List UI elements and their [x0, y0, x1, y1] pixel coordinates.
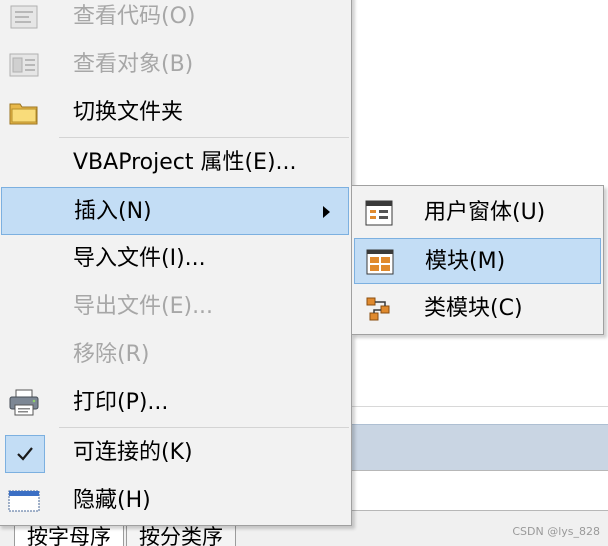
submenu-item-label: 用户窗体(U): [424, 200, 546, 225]
menu-separator: [59, 137, 349, 138]
menu-item-label: 隐藏(H): [73, 488, 151, 513]
code-view-icon: [7, 2, 41, 32]
hide-window-icon: [7, 486, 41, 516]
menu-item-hide[interactable]: 隐藏(H): [1, 477, 349, 525]
module-icon: [363, 247, 397, 277]
menu-item-toggle-folders[interactable]: 切换文件夹: [1, 89, 349, 137]
insert-submenu: 用户窗体(U) 模块(M) 类模块(C): [351, 185, 604, 335]
menu-item-import-file[interactable]: 导入文件(I)...: [1, 235, 349, 283]
submenu-item-label: 模块(M): [425, 249, 506, 274]
menu-item-label: 移除(R): [73, 342, 150, 367]
submenu-item-userform[interactable]: 用户窗体(U): [354, 190, 601, 236]
object-view-icon: [7, 50, 41, 80]
background-panel-row: [350, 470, 608, 510]
tab-alphabetic[interactable]: 按字母序: [14, 524, 124, 546]
menu-item-remove: 移除(R): [1, 331, 349, 379]
tab-categorized[interactable]: 按分类序: [126, 524, 236, 546]
menu-item-view-code: 查看代码(O): [1, 0, 349, 41]
userform-icon: [362, 198, 396, 228]
menu-item-label: 可连接的(K): [73, 440, 193, 465]
menu-item-label: 导入文件(I)...: [73, 246, 206, 271]
menu-item-insert[interactable]: 插入(N): [1, 187, 349, 235]
submenu-item-module[interactable]: 模块(M): [354, 238, 601, 284]
menu-item-label: 查看对象(B): [73, 52, 194, 77]
menu-item-label: 查看代码(O): [73, 4, 196, 29]
class-module-icon: [362, 294, 396, 324]
menu-item-view-object: 查看对象(B): [1, 41, 349, 89]
menu-item-label: 导出文件(E)...: [73, 294, 214, 319]
menu-item-dockable[interactable]: 可连接的(K): [1, 429, 349, 477]
menu-item-label: 打印(P)...: [73, 390, 169, 415]
menu-item-print[interactable]: 打印(P)...: [1, 379, 349, 427]
menu-item-project-properties[interactable]: VBAProject 属性(E)...: [1, 139, 349, 187]
background-selected-row: [350, 424, 608, 470]
menu-item-label: 插入(N): [74, 199, 152, 224]
menu-item-export-file: 导出文件(E)...: [1, 283, 349, 331]
submenu-arrow-icon: [323, 206, 330, 218]
printer-icon: [7, 388, 41, 418]
submenu-item-label: 类模块(C): [424, 296, 523, 321]
background-panel-row: [350, 406, 608, 424]
folder-icon: [7, 98, 41, 128]
properties-tabs: 按字母序 按分类序: [14, 524, 236, 546]
context-menu: 查看代码(O) 查看对象(B) 切换文件夹 VBAProject 属性(E)..…: [0, 0, 352, 526]
submenu-item-class-module[interactable]: 类模块(C): [354, 286, 601, 332]
menu-separator: [59, 427, 349, 428]
watermark: CSDN @lys_828: [512, 525, 600, 538]
check-icon: [5, 435, 45, 473]
menu-item-label: VBAProject 属性(E)...: [73, 150, 297, 175]
menu-item-label: 切换文件夹: [73, 100, 184, 125]
